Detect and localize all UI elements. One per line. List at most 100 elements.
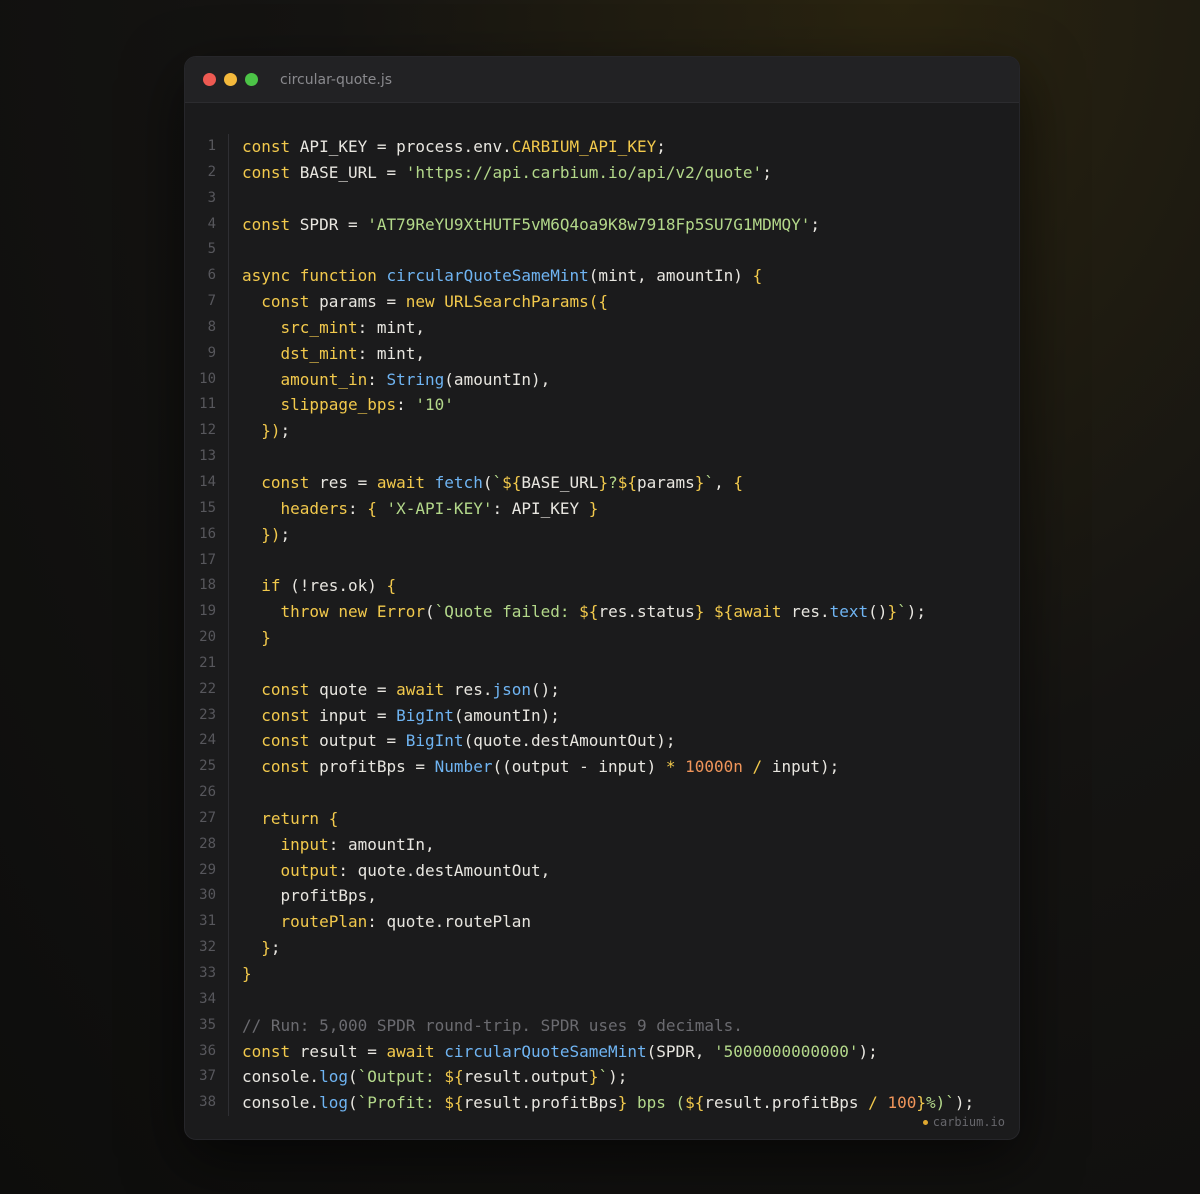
code-token: (amountIn), [444,369,551,389]
code-token: circularQuoteSameMint [444,1041,647,1061]
code-token: res. [791,602,830,622]
code-token: / [742,757,772,777]
line-number: 6 [207,267,216,284]
code-token: } [598,472,609,492]
code-token: ; [270,938,281,958]
code-token: if [261,576,291,596]
code-text: // Run: 5,000 SPDR round-trip. SPDR uses… [242,1013,743,1039]
line-number: 9 [207,344,216,361]
code-token: ); [906,602,926,622]
code-token: }) [261,421,281,441]
code-token: }) [261,524,281,544]
gutter-divider [228,392,229,419]
code-token: Number [434,757,493,777]
brand-dot-icon [922,1119,928,1125]
line-number: 18 [199,577,216,594]
code-token: : API_KEY [492,498,589,518]
code-token: ` [704,472,715,492]
line-number: 37 [199,1068,216,1085]
code-line: 7 const params = new URLSearchParams({ [185,289,1019,315]
maximize-button[interactable] [245,73,258,86]
line-number: 13 [199,448,216,465]
code-token: params = [319,292,406,312]
minimize-button[interactable] [224,73,237,86]
code-text: const API_KEY = process.env.CARBIUM_API_… [242,134,666,160]
code-token: routePlan [280,912,368,932]
code-token: fetch [434,472,483,492]
code-token: ((output - input) [492,757,666,777]
code-token: const [261,679,320,699]
code-token: : [396,395,416,415]
code-token: await [376,472,435,492]
code-text: } [242,625,271,651]
gutter-divider [228,728,229,755]
code-text: const SPDR = 'AT79ReYU9XtHUTF5vM6Q4oa9K8… [242,212,820,238]
code-token: slippage_bps [280,395,397,415]
file-name: circular-quote.js [280,71,393,88]
gutter-divider [228,366,229,393]
gutter-divider [228,935,229,961]
code-token: (amountIn); [453,705,560,725]
code-line: 28 input: amountIn, [185,831,1019,858]
code-text: src_mint: mint, [242,315,426,341]
code-line: 19 throw new Error(`Quote failed: ${res.… [185,599,1019,626]
code-text: console.log(`Output: ${result.output}`); [242,1064,627,1090]
code-token: amount_in [280,369,368,389]
code-line: 5 [185,237,1019,264]
close-button[interactable] [203,73,216,86]
code-token: 10000n [685,757,743,777]
code-token: ); [608,1067,628,1087]
line-number: 29 [199,861,216,878]
code-token: const [242,1041,300,1061]
line-number: 5 [207,241,216,258]
code-token: '5000000000000' [714,1041,859,1061]
line-number: 8 [207,318,216,335]
code-line: 3 [185,185,1019,212]
code-token: %)` [925,1093,955,1113]
code-token: String [386,369,445,389]
gutter-divider [228,418,229,445]
gutter-divider [228,650,229,677]
code-token: } [588,1067,599,1087]
line-number: 22 [199,680,216,697]
code-line: 36 const result = await circularQuoteSame… [185,1038,1019,1065]
line-number: 21 [199,654,216,671]
code-token: (SPDR, [646,1041,715,1061]
code-token: ; [656,137,666,156]
line-number: 17 [199,551,216,568]
code-token: { [752,266,763,286]
code-token: ; [280,524,291,544]
code-token: const [261,705,320,725]
line-number: 33 [199,965,216,981]
code-token: BASE_URL [521,472,599,492]
gutter-divider [228,444,229,470]
code-line: 25 const profitBps = Number((output - in… [185,754,1019,781]
gutter-divider [228,831,229,858]
gutter-divider [228,159,229,186]
line-number: 30 [199,887,216,904]
code-editor[interactable]: 1 const API_KEY = process.env.CARBIUM_API… [185,134,1019,1117]
code-token: input); [771,757,840,777]
gutter-divider [228,573,229,600]
code-line: 23 const input = BigInt(amountIn); [185,702,1019,729]
code-text: throw new Error(`Quote failed: ${res.sta… [242,599,926,625]
code-token: { [386,576,397,596]
code-token: CARBIUM_API_KEY [511,137,657,156]
line-number: 31 [199,913,216,930]
code-token: BigInt [396,705,454,725]
gutter-divider [228,986,229,1013]
code-token: SPDR = [299,214,368,234]
code-text: const output = BigInt(quote.destAmountOu… [242,728,675,754]
line-number: 27 [199,809,216,826]
code-token: res. [453,679,493,699]
code-line: 6 async function circularQuoteSameMint(mi… [185,263,1019,290]
code-text: dst_mint: mint, [242,341,426,367]
gutter-divider [228,263,229,290]
code-line: 35 // Run: 5,000 SPDR round-trip. SPDR us… [185,1012,1019,1039]
